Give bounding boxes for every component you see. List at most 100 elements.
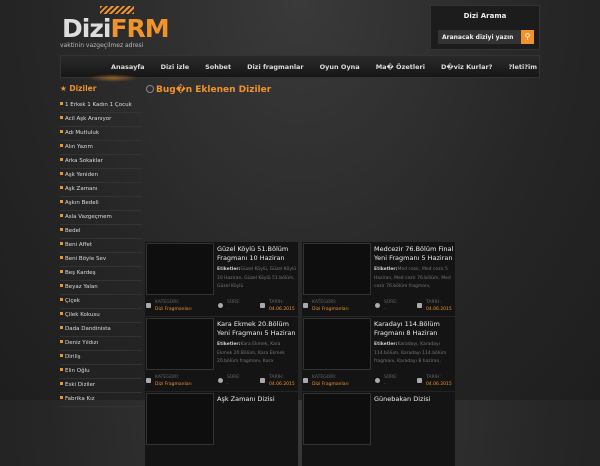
duration-label: SÜRE: <box>227 300 241 305</box>
thumbnail[interactable] <box>303 318 371 370</box>
sidebar-item[interactable]: Beni Affet <box>60 239 142 253</box>
card-tags: Etiketler:Med cezir, Med cezir 5 Haziran… <box>374 266 454 292</box>
sidebar-item[interactable]: 1 Erkek 1 Kadın 1 Çocuk <box>60 99 142 113</box>
series-card: Günebakan Dizisi <box>302 392 455 466</box>
sidebar-item[interactable]: Elin Oğlu <box>60 365 142 379</box>
series-card: Karadayı 114.Bölüm Fragmanı 8 Haziran Eti… <box>302 317 455 391</box>
sidebar-item[interactable]: Aşk Yeniden <box>60 169 142 183</box>
card-title[interactable]: Kara Ekmek 20.Bölüm Yeni Fragmanı 5 Hazi… <box>217 320 297 337</box>
logo-stripes <box>100 6 134 14</box>
date-value: 04.06.2015 <box>269 306 295 312</box>
calendar-icon <box>260 378 265 383</box>
sidebar-item[interactable]: Çiçek <box>60 295 142 309</box>
duration-label: SÜRE: <box>227 375 241 380</box>
thumbnail[interactable] <box>303 393 371 445</box>
sidebar-item[interactable]: Diriliş <box>60 351 142 365</box>
card-tags: Etiketler:Karadayı, Karadayı 114.bölüm, … <box>374 341 454 367</box>
search-input[interactable] <box>438 30 521 44</box>
date-value: 04.06.2015 <box>426 381 452 387</box>
category-link[interactable]: Dizi Fragmanları <box>155 382 192 389</box>
card-title[interactable]: Günebakan Dizisi <box>374 395 454 404</box>
page-title-text: Bug�n Eklenen Diziler <box>156 85 272 95</box>
nav-item[interactable]: Ma� Özetleri <box>376 56 425 77</box>
sidebar-item[interactable]: Beyaz Yalan <box>60 281 142 295</box>
clock-icon <box>375 378 380 383</box>
search-heading: Dizi Arama <box>463 12 507 20</box>
calendar-icon <box>417 303 422 308</box>
logo-tagline: vaktinin vazgeçilmez adresi <box>60 42 144 49</box>
sidebar-item[interactable]: Acil Aşk Aranıyor <box>60 113 142 127</box>
sidebar-heading-text: Diziler <box>69 84 97 93</box>
sidebar-item[interactable]: Eski Diziler <box>60 379 142 393</box>
series-card: Güzel Köylü 51.Bölüm Fragmanı 10 Haziran… <box>145 242 298 316</box>
nav-item[interactable]: Oyun Oyna <box>320 56 360 77</box>
folder-icon <box>303 378 308 383</box>
duration-label: SÜRE: <box>384 375 398 380</box>
calendar-icon <box>260 303 265 308</box>
search-button[interactable]: ⚲ <box>521 30 534 44</box>
tags-label: Etiketler: <box>374 267 398 272</box>
clock-icon <box>146 85 154 93</box>
clock-icon <box>218 303 223 308</box>
logo-text-accent: FRM <box>110 14 169 43</box>
category-link[interactable]: Dizi Fragmanları <box>312 382 349 389</box>
card-title[interactable]: Karadayı 114.Bölüm Fragmanı 8 Haziran <box>374 320 454 337</box>
card-tags: Etiketler:Güzel Köylü, Güzel Köylü 10 Ha… <box>217 266 297 292</box>
active-nav-glow <box>88 74 138 82</box>
date-value: 04.06.2015 <box>269 381 295 387</box>
sidebar-item[interactable]: Dada Dandinista <box>60 323 142 337</box>
category-link[interactable]: Dizi Fragmanları <box>155 307 192 314</box>
sidebar-item[interactable]: Arka Sokaklar <box>60 155 142 169</box>
duration-label: SÜRE: <box>384 300 398 305</box>
sidebar-item[interactable]: Beni Böyle Sev <box>60 253 142 267</box>
sidebar-item[interactable]: Adı Mutluluk <box>60 127 142 141</box>
card-title[interactable]: Güzel Köylü 51.Bölüm Fragmanı 10 Haziran <box>217 245 297 262</box>
series-card: Aşk Zamanı Dizisi <box>145 392 298 466</box>
sidebar-item[interactable]: Alın Yazım <box>60 141 142 155</box>
sidebar: ★ Diziler 1 Erkek 1 Kadın 1 Çocuk Acil Aş… <box>60 84 142 407</box>
thumbnail[interactable] <box>146 243 214 295</box>
sidebar-item[interactable]: Çilek Kokusu <box>60 309 142 323</box>
folder-icon <box>146 378 151 383</box>
sidebar-item[interactable]: Aşk Zamanı <box>60 183 142 197</box>
duration-value: - <box>227 381 229 387</box>
date-value: 04.06.2015 <box>426 306 452 312</box>
series-card: Kara Ekmek 20.Bölüm Yeni Fragmanı 5 Hazi… <box>145 317 298 391</box>
tags-label: Etiketler: <box>374 342 398 347</box>
sidebar-item[interactable]: Fabrika Kız <box>60 393 142 407</box>
sidebar-item[interactable]: Asla Vazgeçmem <box>60 211 142 225</box>
page-title: Bug�n Eklenen Diziler <box>146 85 271 95</box>
calendar-icon <box>417 378 422 383</box>
clock-icon <box>218 378 223 383</box>
logo[interactable]: DiziFRM vaktinin vazgeçilmez adresi <box>60 4 170 50</box>
sidebar-heading: ★ Diziler <box>60 84 97 93</box>
logo-text: Dizi <box>62 14 111 43</box>
duration-value: - <box>384 306 386 312</box>
thumbnail[interactable] <box>303 243 371 295</box>
duration-value: - <box>384 381 386 387</box>
duration-value: - <box>227 306 229 312</box>
card-tags: Etiketler:Kara Ekmek, Kara Ekmek 20.Bölü… <box>217 341 297 367</box>
series-card: Medcezir 76.Bölüm Final Yeni Fragmanı 5 … <box>302 242 455 316</box>
sidebar-item[interactable]: Bedel <box>60 225 142 239</box>
nav-item[interactable]: Dizi izle <box>161 56 190 77</box>
search-box: Dizi Arama ⚲ <box>430 5 540 50</box>
sidebar-item[interactable]: Aşkın Bedeli <box>60 197 142 211</box>
card-title[interactable]: Aşk Zamanı Dizisi <box>217 395 297 404</box>
tags-label: Etiketler: <box>217 342 241 347</box>
nav-item[interactable]: ?leti?im <box>508 56 537 77</box>
thumbnail[interactable] <box>146 393 214 445</box>
nav-item[interactable]: Sohbet <box>205 56 231 77</box>
nav-item[interactable]: Dizi fragmanlar <box>247 56 304 77</box>
folder-icon <box>146 303 151 308</box>
clock-icon <box>375 303 380 308</box>
search-icon: ⚲ <box>524 32 531 41</box>
nav-item[interactable]: D�viz Kurlar? <box>441 56 493 77</box>
sidebar-item[interactable]: Beş Kardeş <box>60 267 142 281</box>
sidebar-item[interactable]: Deniz Yıldızı <box>60 337 142 351</box>
tags-label: Etiketler: <box>217 267 241 272</box>
card-title[interactable]: Medcezir 76.Bölüm Final Yeni Fragmanı 5 … <box>374 245 454 262</box>
category-link[interactable]: Dizi Fragmanları <box>312 307 349 314</box>
thumbnail[interactable] <box>146 318 214 370</box>
folder-icon <box>303 303 308 308</box>
